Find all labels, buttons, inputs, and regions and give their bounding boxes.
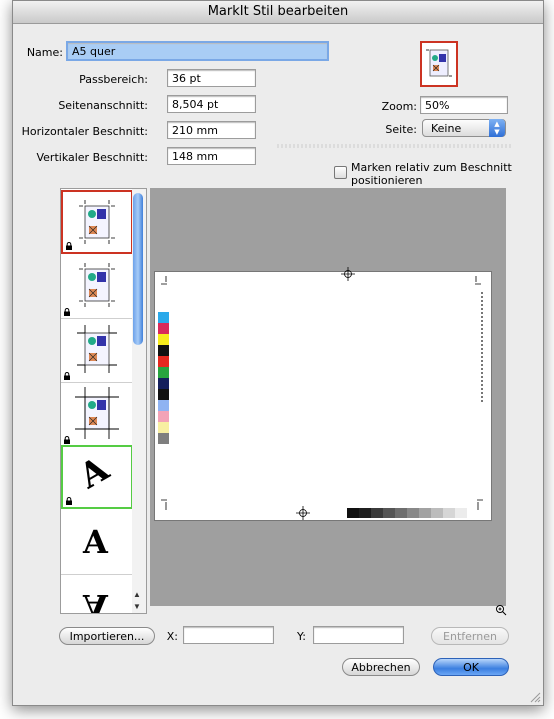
passbereich-label: Passbereich: [79,73,148,86]
resize-grip-icon[interactable] [529,691,541,703]
gray-swatch [359,508,371,518]
y-field[interactable] [313,626,404,644]
color-swatch [158,312,169,323]
gray-swatch [419,508,431,518]
info-text-strip [481,292,483,402]
lock-icon [64,308,70,316]
registration-mark-icon [341,267,355,281]
marks-list-scrollbar[interactable]: ▲ ▼ [132,188,147,614]
color-swatch [158,389,169,400]
color-control-bar [158,312,169,444]
lock-icon [66,497,72,505]
vertical-trim-label: Vertikaler Beschnitt: [36,151,148,164]
gray-swatch [383,508,395,518]
cancel-button[interactable]: Abbrechen [342,658,420,676]
color-swatch [158,411,169,422]
list-item-text-mark[interactable]: A [61,511,133,575]
gray-swatch [431,508,443,518]
preview-page [154,267,492,521]
text-mark-glyph: A [72,449,116,497]
horizontal-trim-label: Horizontaler Beschnitt: [21,125,148,138]
scroll-up-arrow-icon[interactable]: ▲ [133,590,141,599]
crop-mark-icon [161,499,167,510]
style-preview-icon [420,41,458,87]
list-item-crop-marks-4[interactable] [61,383,133,447]
page-label: Seite: [385,123,417,136]
horizontal-trim-field[interactable]: 210 mm [167,121,256,139]
page-popup-value: Keine [431,122,462,135]
registration-mark-icon [296,506,310,520]
separator [277,144,513,148]
zoom-label: Zoom: [381,100,417,113]
color-swatch [158,378,169,389]
zoom-in-icon[interactable] [495,604,507,616]
remove-button[interactable]: Entfernen [431,627,509,645]
list-item-crop-marks-3[interactable] [61,319,133,383]
gray-swatch [347,508,359,518]
crop-marks-thumb-icon [77,325,117,373]
seitenanschnitt-field[interactable]: 8,504 pt [167,95,256,113]
x-field[interactable] [183,626,274,644]
color-swatch [158,400,169,411]
marks-relative-label: Marken relativ zum Beschnitt positionier… [351,161,512,187]
marks-list[interactable]: A A A [60,188,134,614]
scroll-down-arrow-icon[interactable]: ▼ [133,602,141,611]
x-label: X: [166,630,178,643]
marks-relative-line2: positionieren [351,174,423,187]
color-swatch [158,367,169,378]
gray-swatch [443,508,455,518]
name-field[interactable]: A5 quer [66,41,329,61]
list-item-text-mark-rotated[interactable]: A [61,445,133,509]
color-swatch [158,334,169,345]
vertical-trim-field[interactable]: 148 mm [167,147,256,165]
popup-arrows-icon: ▲ ▼ [489,119,505,137]
name-label: Name: [26,46,63,59]
list-item-crop-marks-1[interactable] [61,190,133,254]
gray-swatch [407,508,419,518]
crop-mark-icon [475,276,481,285]
text-mark-glyph: A [83,523,108,561]
color-swatch [158,323,169,334]
gray-swatch [395,508,407,518]
y-label: Y: [297,630,306,643]
scrollbar-thumb[interactable] [133,193,143,345]
dialog-window: MarkIt Stil bearbeiten Name: A5 quer Pas… [12,0,544,706]
layout-preview[interactable] [150,188,506,606]
marks-relative-line1: Marken relativ zum Beschnitt [351,161,512,174]
zoom-field[interactable]: 50% [420,96,508,114]
passbereich-field[interactable]: 36 pt [167,69,256,87]
lock-icon [64,436,70,444]
crop-marks-thumb-icon [79,200,115,244]
list-item-text-mark-flipped[interactable]: A [61,575,133,614]
page-popup[interactable]: Keine ▲ ▼ [422,119,506,137]
marks-relative-checkbox[interactable] [334,166,347,179]
color-swatch [158,433,169,444]
gray-swatch [455,508,467,518]
lock-icon [64,372,70,380]
list-item-crop-marks-2[interactable] [61,255,133,319]
color-swatch [158,422,169,433]
dialog-title: MarkIt Stil bearbeiten [13,1,543,24]
text-mark-glyph: A [83,587,108,614]
gray-swatch [371,508,383,518]
ok-button[interactable]: OK [433,658,509,676]
crop-mark-icon [477,499,483,510]
color-swatch [158,345,169,356]
gray-scale-bar [347,508,467,518]
seitenanschnitt-label: Seitenanschnitt: [58,99,148,112]
lock-icon [66,242,72,250]
crop-mark-icon [161,276,167,285]
crop-marks-thumb-icon [75,387,119,439]
crop-marks-thumb-icon [79,263,115,307]
import-button[interactable]: Importieren... [59,627,155,645]
color-swatch [158,356,169,367]
